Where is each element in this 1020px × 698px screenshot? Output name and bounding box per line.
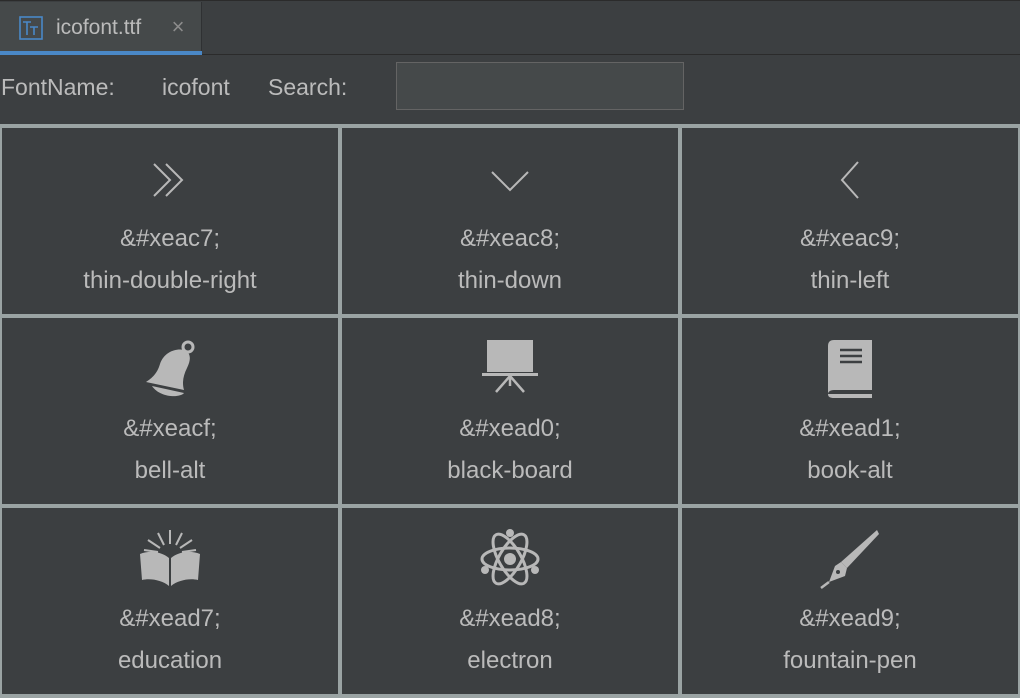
glyph-name: thin-double-right bbox=[83, 267, 257, 294]
fontname-value: icofont bbox=[162, 74, 230, 100]
close-icon[interactable]: × bbox=[168, 14, 188, 40]
fountain-pen-icon bbox=[682, 508, 1018, 618]
glyph-code: &#xeac9; bbox=[799, 225, 901, 252]
glyph-code: &#xead1; bbox=[799, 415, 901, 442]
search-label: Search: bbox=[268, 74, 348, 100]
fontname-label: FontName: bbox=[1, 74, 115, 100]
tab-bar: icofont.ttf × bbox=[0, 0, 1020, 55]
education-icon bbox=[2, 508, 338, 618]
glyph-name: black-board bbox=[447, 457, 573, 484]
glyph-code: &#xead7; bbox=[119, 605, 221, 632]
glyph-name: book-alt bbox=[807, 457, 893, 484]
tab-icofont[interactable]: icofont.ttf × bbox=[0, 2, 202, 55]
glyph-name: thin-left bbox=[810, 267, 890, 294]
font-file-icon bbox=[19, 16, 43, 40]
bell-alt-icon bbox=[2, 318, 338, 428]
glyph-name: education bbox=[117, 647, 223, 674]
glyph-code: &#xeac7; bbox=[119, 225, 221, 252]
tab-title: icofont.ttf bbox=[56, 16, 142, 39]
glyph-code: &#xead8; bbox=[459, 605, 561, 632]
glyph-cell[interactable]: &#xeac9; thin-left bbox=[682, 128, 1018, 314]
glyph-name: thin-down bbox=[457, 267, 563, 294]
glyph-code: &#xeacf; bbox=[123, 415, 217, 442]
thin-left-icon bbox=[682, 128, 1018, 238]
glyph-name: bell-alt bbox=[134, 457, 206, 484]
glyph-cell[interactable]: &#xeac7; thin-double-right bbox=[2, 128, 338, 314]
glyph-cell[interactable]: &#xeac8; thin-down bbox=[342, 128, 678, 314]
glyph-cell[interactable]: &#xead1; book-alt bbox=[682, 318, 1018, 504]
glyph-name: electron bbox=[467, 647, 553, 674]
glyph-grid: &#xeac7; thin-double-right &#xeac8; thin… bbox=[0, 124, 1020, 698]
electron-icon bbox=[342, 508, 678, 618]
glyph-cell[interactable]: &#xead9; fountain-pen bbox=[682, 508, 1018, 694]
glyph-code: &#xeac8; bbox=[459, 225, 561, 252]
glyph-cell[interactable]: &#xeacf; bell-alt bbox=[2, 318, 338, 504]
black-board-icon bbox=[342, 318, 678, 428]
search-input[interactable] bbox=[396, 62, 684, 110]
thin-double-right-icon bbox=[2, 128, 338, 238]
glyph-cell[interactable]: &#xead7; education bbox=[2, 508, 338, 694]
thin-down-icon bbox=[342, 128, 678, 238]
font-toolbar: FontName: icofont Search: bbox=[0, 55, 1020, 124]
glyph-cell[interactable]: &#xead0; black-board bbox=[342, 318, 678, 504]
glyph-code: &#xead0; bbox=[459, 415, 561, 442]
glyph-cell[interactable]: &#xead8; electron bbox=[342, 508, 678, 694]
glyph-code: &#xead9; bbox=[799, 605, 901, 632]
book-alt-icon bbox=[682, 318, 1018, 428]
glyph-name: fountain-pen bbox=[783, 647, 917, 674]
